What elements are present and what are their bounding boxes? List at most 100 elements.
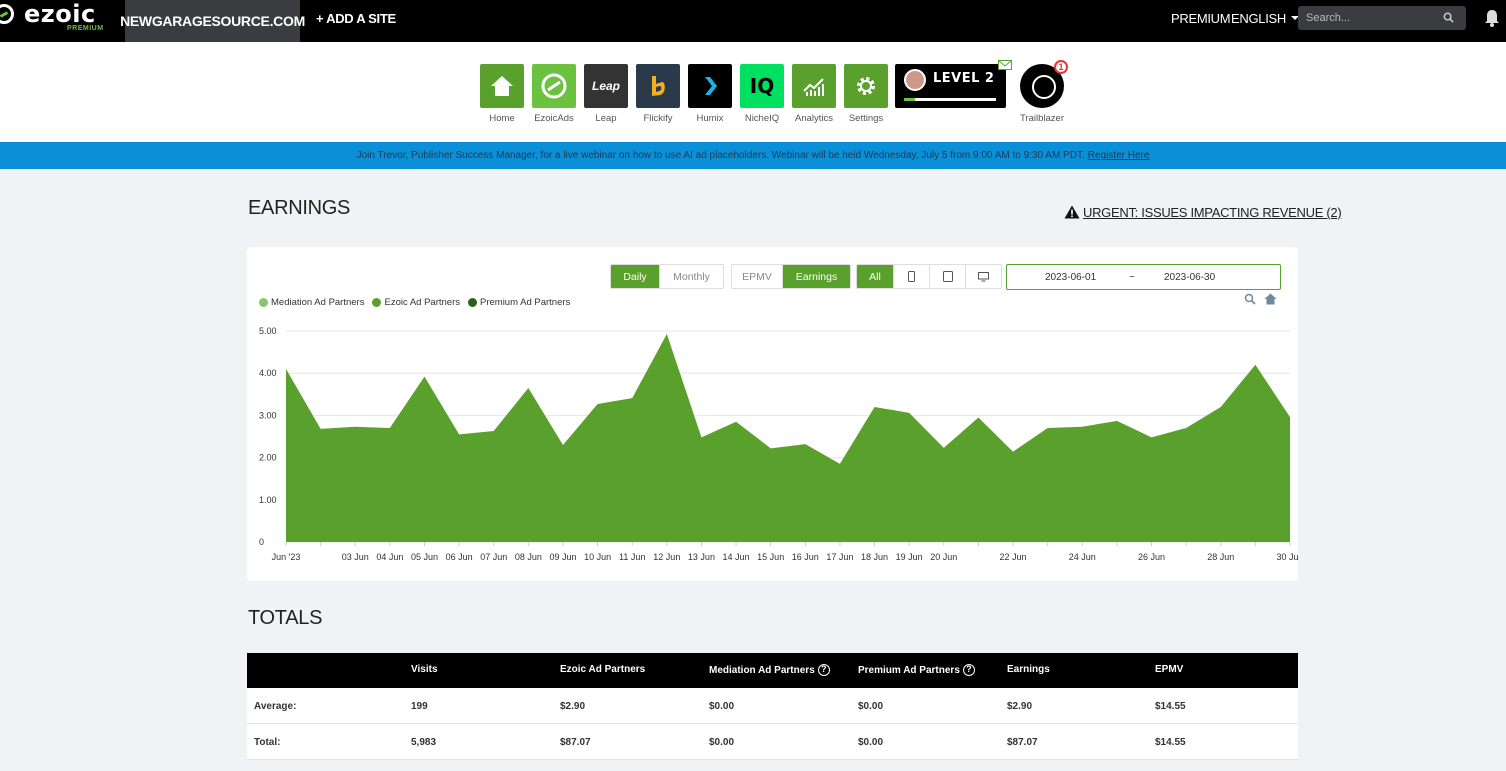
register-link[interactable]: Register Here: [1088, 150, 1150, 161]
nicheiq-icon: IQ: [740, 64, 784, 108]
x-tick-label: 18 Jun: [861, 552, 888, 562]
language-dropdown[interactable]: ENGLISH: [1231, 11, 1299, 26]
leap-icon: Leap: [584, 64, 628, 108]
phone-button[interactable]: [894, 265, 930, 288]
legend-label: Ezoic Ad Partners: [384, 297, 460, 308]
x-tick-label: 09 Jun: [549, 552, 576, 562]
header-visits: Visits: [411, 664, 438, 675]
x-tick-label: 11 Jun: [619, 552, 645, 562]
desktop-button[interactable]: [966, 265, 1001, 288]
app-analytics[interactable]: Analytics: [791, 64, 837, 124]
table-row: Average: 199 $2.90 $0.00 $0.00 $2.90 $14…: [247, 688, 1298, 724]
table-cell: $0.00: [709, 737, 735, 748]
legend-item[interactable]: Ezoic Ad Partners: [372, 297, 460, 308]
app-leap[interactable]: Leap Leap: [583, 64, 629, 124]
row-label: Average:: [254, 701, 297, 712]
x-tick-label: 30 Jun: [1276, 552, 1298, 562]
app-flickify[interactable]: Flickify: [635, 64, 681, 124]
table-cell: $2.90: [560, 701, 586, 712]
phone-icon: [908, 271, 915, 282]
nicheiq-tile-text: IQ: [749, 74, 775, 98]
urgent-text: URGENT: ISSUES IMPACTING REVENUE (2): [1083, 205, 1342, 220]
earnings-title: EARNINGS: [248, 197, 351, 219]
search-input[interactable]: [1306, 10, 1436, 26]
table-cell: 199: [411, 701, 428, 712]
premium-link[interactable]: PREMIUM: [1171, 11, 1231, 26]
date-separator: ~: [1129, 272, 1135, 283]
desktop-icon: [978, 271, 989, 281]
earnings-chart-card: Daily Monthly EPMV Earnings All 2023-06-…: [247, 247, 1298, 581]
y-tick-label: 0: [259, 537, 264, 547]
totals-table: Visits Ezoic Ad Partners Mediation Ad Pa…: [247, 653, 1298, 760]
x-tick-label: 06 Jun: [446, 552, 473, 562]
device-all-button[interactable]: All: [857, 265, 894, 288]
table-cell: $0.00: [858, 701, 884, 712]
tablet-button[interactable]: [930, 265, 966, 288]
x-tick-label: 12 Jun: [653, 552, 680, 562]
monthly-button[interactable]: Monthly: [660, 265, 723, 288]
table-cell: $14.55: [1155, 737, 1186, 748]
epmv-button[interactable]: EPMV: [732, 265, 783, 288]
logo-text: ezoic: [24, 0, 96, 28]
leap-tile-text: Leap: [591, 79, 620, 93]
legend-item[interactable]: Mediation Ad Partners: [259, 297, 364, 308]
app-humix[interactable]: Humix: [687, 64, 733, 124]
header-premium: Premium Ad Partners?: [858, 664, 975, 676]
device-toggle: All: [856, 264, 1002, 289]
x-tick-label: 20 Jun: [930, 552, 957, 562]
logo-mark-icon: [0, 4, 14, 24]
earnings-area-chart[interactable]: 0 1.00 2.00 3.00 4.00 5.00 Jun '23 03 Jun 04 Jun…: [247, 317, 1298, 577]
x-tick-label: 10 Jun: [584, 552, 611, 562]
totals-title: TOTALS: [248, 607, 323, 629]
date-start: 2023-06-01: [1045, 272, 1097, 283]
table-cell: $0.00: [858, 737, 884, 748]
x-tick-label: 19 Jun: [896, 552, 923, 562]
trailblazer[interactable]: 1 Trailblazer: [1016, 60, 1068, 124]
bell-icon[interactable]: [1483, 8, 1501, 28]
daily-button[interactable]: Daily: [611, 265, 660, 288]
zoom-icon[interactable]: [1244, 293, 1256, 305]
site-selector[interactable]: NEWGARAGESOURCE.COM: [120, 0, 305, 42]
tablet-icon: [942, 271, 953, 282]
legend-item[interactable]: Premium Ad Partners: [468, 297, 570, 308]
home-icon: [480, 64, 524, 108]
x-tick-label: 16 Jun: [792, 552, 819, 562]
date-range-picker[interactable]: 2023-06-01 ~ 2023-06-30: [1006, 264, 1281, 290]
date-end: 2023-06-30: [1164, 272, 1216, 283]
earnings-button[interactable]: Earnings: [783, 265, 850, 288]
legend-label: Mediation Ad Partners: [271, 297, 365, 308]
header-label: EPMV: [1155, 664, 1184, 675]
trailblazer-label: Trailblazer: [1020, 113, 1064, 124]
y-tick-label: 2.00: [259, 453, 277, 463]
search-icon[interactable]: [1443, 12, 1454, 23]
app-nicheiq[interactable]: IQ NicheIQ: [739, 64, 785, 124]
app-launcher-bar: Home EzoicAds Leap Leap Flickify Humix I…: [0, 42, 1506, 142]
reset-zoom-home-icon[interactable]: [1264, 293, 1277, 305]
ezoic-logo[interactable]: ezoic PREMIUM: [0, 0, 125, 42]
search-box: [1298, 6, 1466, 30]
legend-dot: [468, 298, 477, 307]
x-tick-label: 04 Jun: [376, 552, 403, 562]
flickify-icon: [636, 64, 680, 108]
warning-icon: [1064, 205, 1080, 219]
chart-legend: Mediation Ad Partners Ezoic Ad Partners …: [259, 297, 578, 308]
horizontal-scrollbar[interactable]: [247, 762, 1298, 771]
legend-dot: [259, 298, 268, 307]
x-tick-label: 05 Jun: [411, 552, 438, 562]
app-settings[interactable]: Settings: [843, 64, 889, 124]
help-icon[interactable]: ?: [817, 664, 830, 676]
y-tick-label: 5.00: [259, 326, 277, 336]
y-tick-label: 1.00: [259, 495, 277, 505]
mail-icon[interactable]: [998, 60, 1012, 70]
x-tick-label: Jun '23: [272, 552, 301, 562]
add-site-link[interactable]: + ADD A SITE: [316, 11, 396, 26]
help-icon[interactable]: ?: [962, 664, 975, 676]
ezoicads-icon: [532, 64, 576, 108]
header-label: Earnings: [1007, 664, 1050, 675]
avatar: [904, 69, 926, 91]
app-home[interactable]: Home: [479, 64, 525, 124]
urgent-issues-link[interactable]: URGENT: ISSUES IMPACTING REVENUE (2): [1064, 205, 1342, 220]
x-tick-label: 03 Jun: [342, 552, 369, 562]
level-card[interactable]: LEVEL 2: [895, 64, 1006, 108]
app-ezoicads[interactable]: EzoicAds: [531, 64, 577, 124]
